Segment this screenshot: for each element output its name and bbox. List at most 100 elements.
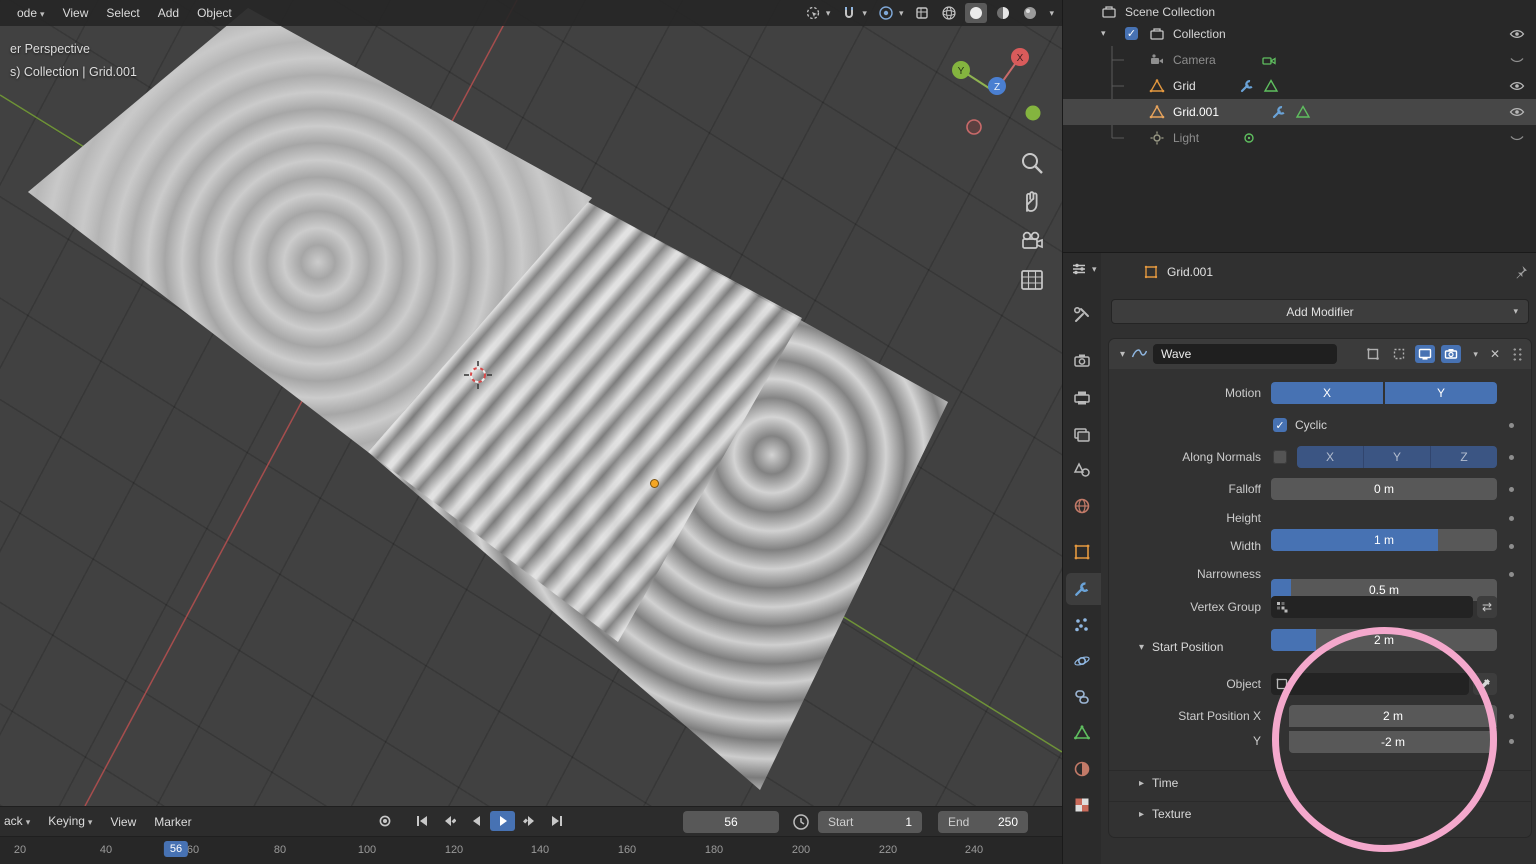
tab-constraints-icon[interactable] [1073,688,1091,706]
tab-particles-icon[interactable] [1073,616,1091,634]
cyclic-checkbox[interactable]: ✓ [1273,418,1287,432]
add-modifier-dropdown[interactable]: Add Modifier ▾ [1111,299,1529,324]
prev-keyframe-button[interactable] [436,811,461,831]
timeline-view-menu[interactable]: View [101,809,145,835]
animate-dot[interactable] [1509,572,1514,577]
jump-to-start-button[interactable] [409,811,434,831]
along-normals-checkbox[interactable] [1273,450,1287,464]
select-mode-dropdown[interactable]: ▾ [802,3,834,23]
normals-y-button[interactable]: Y [1363,446,1430,468]
render-display-toggle[interactable] [1441,345,1461,363]
narrowness-slider[interactable]: 2 m [1271,629,1497,651]
tab-output-icon[interactable] [1073,389,1091,407]
modifier-extras-icon[interactable]: ▾ [1473,349,1478,360]
menu-object[interactable]: Object [188,0,241,26]
tab-object-data-icon[interactable] [1073,724,1091,742]
animate-dot[interactable] [1509,487,1514,492]
tab-modifiers-icon[interactable] [1073,580,1091,598]
start-object-field[interactable] [1271,673,1469,695]
collection-checkbox[interactable]: ✓ [1125,27,1138,40]
modifier-name-field[interactable]: Wave [1153,344,1337,364]
next-keyframe-button[interactable] [517,811,542,831]
timeline-marker-menu[interactable]: Marker [145,809,200,835]
normals-axis-buttons[interactable]: X Y Z [1297,446,1497,468]
eye-closed-icon[interactable] [1509,52,1525,68]
menu-mode[interactable]: ode▾ [8,0,54,27]
pin-icon[interactable] [1513,264,1529,280]
proportional-edit-dropdown[interactable]: ▾ [875,3,907,23]
wave-modifier-header[interactable]: ▾ Wave ▾ ✕ [1109,339,1531,369]
gizmo-toggle[interactable] [911,3,933,23]
camera-view-icon[interactable] [1019,228,1045,254]
tab-world-icon[interactable] [1073,497,1091,515]
tab-tool-icon[interactable] [1073,306,1091,324]
outliner-collection-row[interactable]: ▾ ✓ Collection [1063,21,1536,47]
keying-menu[interactable]: Keying▾ [39,808,101,835]
shading-dropdown-icon[interactable]: ▾ [1049,8,1054,19]
pan-hand-icon[interactable] [1019,189,1045,215]
frame-end-field[interactable]: End 250 [938,811,1028,833]
motion-x-button[interactable]: X [1271,382,1383,404]
close-icon[interactable]: ✕ [1490,347,1500,361]
ortho-toggle-icon[interactable] [1019,267,1045,293]
start-position-y-field[interactable]: -2 m [1289,731,1497,753]
menu-view[interactable]: View [54,0,98,26]
breadcrumb-object-name[interactable]: Grid.001 [1167,265,1213,279]
outliner-grid001-row-selected[interactable]: Grid.001 [1063,99,1536,125]
zoom-icon[interactable] [1019,150,1045,176]
motion-y-button[interactable]: Y [1385,382,1497,404]
tab-object-icon[interactable] [1073,543,1091,561]
3d-viewport[interactable]: ode▾ View Select Add Object ▾ ▾ ▾ [0,0,1062,806]
editor-type-selector[interactable]: ▾ [1071,261,1097,277]
normals-x-button[interactable]: X [1297,446,1363,468]
animate-dot[interactable] [1509,739,1514,744]
material-shading-button[interactable] [992,3,1014,23]
eye-closed-icon[interactable] [1509,130,1525,146]
normals-z-button[interactable]: Z [1430,446,1497,468]
play-button[interactable] [490,811,515,831]
outliner-grid-row[interactable]: Grid [1063,73,1536,99]
solid-shading-button[interactable] [965,3,987,23]
menu-add[interactable]: Add [149,0,188,26]
tab-render-icon[interactable] [1073,352,1091,370]
realtime-display-toggle[interactable] [1415,345,1435,363]
jump-to-end-button[interactable] [544,811,569,831]
height-slider[interactable]: 1 m [1271,529,1497,551]
playhead-badge[interactable]: 56 [164,841,188,857]
animate-dot[interactable] [1509,544,1514,549]
record-button[interactable] [372,811,397,831]
edit-mode-display-toggle[interactable] [1363,345,1383,363]
wireframe-shading-button[interactable] [938,3,960,23]
animate-dot[interactable] [1509,423,1514,428]
eye-open-icon[interactable] [1509,78,1525,94]
tab-material-icon[interactable] [1073,760,1091,778]
navigation-gizmo[interactable]: X Y Z [938,40,1058,144]
panel-disclosure-icon[interactable]: ▾ [1120,349,1125,360]
outliner-camera-row[interactable]: Camera [1063,47,1536,73]
drag-grip-icon[interactable] [1512,347,1523,362]
tab-texture-icon[interactable] [1073,796,1091,814]
outliner-light-row[interactable]: Light [1063,125,1536,151]
rendered-shading-button[interactable] [1019,3,1041,23]
eye-open-icon[interactable] [1509,104,1525,120]
start-position-x-field[interactable]: 2 m [1289,705,1497,727]
eyedropper-button[interactable] [1473,673,1497,695]
cage-display-toggle[interactable] [1389,345,1409,363]
tab-view-layer-icon[interactable] [1073,425,1091,443]
playback-menu[interactable]: ack▾ [0,808,39,835]
time-subpanel-header[interactable]: ▸ Time [1109,770,1531,795]
animate-dot[interactable] [1509,516,1514,521]
falloff-slider[interactable]: 0 m [1271,478,1497,500]
disclosure-down-icon[interactable]: ▾ [1101,28,1106,39]
frame-start-field[interactable]: Start 1 [818,811,922,833]
play-reverse-button[interactable] [463,811,488,831]
animate-dot[interactable] [1509,455,1514,460]
timeline-ruler[interactable]: 20 40 60 80 100 120 140 160 180 200 220 … [0,836,1062,864]
texture-subpanel-header[interactable]: ▸ Texture [1109,801,1531,826]
menu-select[interactable]: Select [97,0,148,26]
width-slider[interactable]: 0.5 m [1271,579,1497,601]
eye-open-icon[interactable] [1509,26,1525,42]
animate-dot[interactable] [1509,714,1514,719]
tab-scene-icon[interactable] [1073,461,1091,479]
current-frame-field[interactable]: 56 [683,811,779,833]
